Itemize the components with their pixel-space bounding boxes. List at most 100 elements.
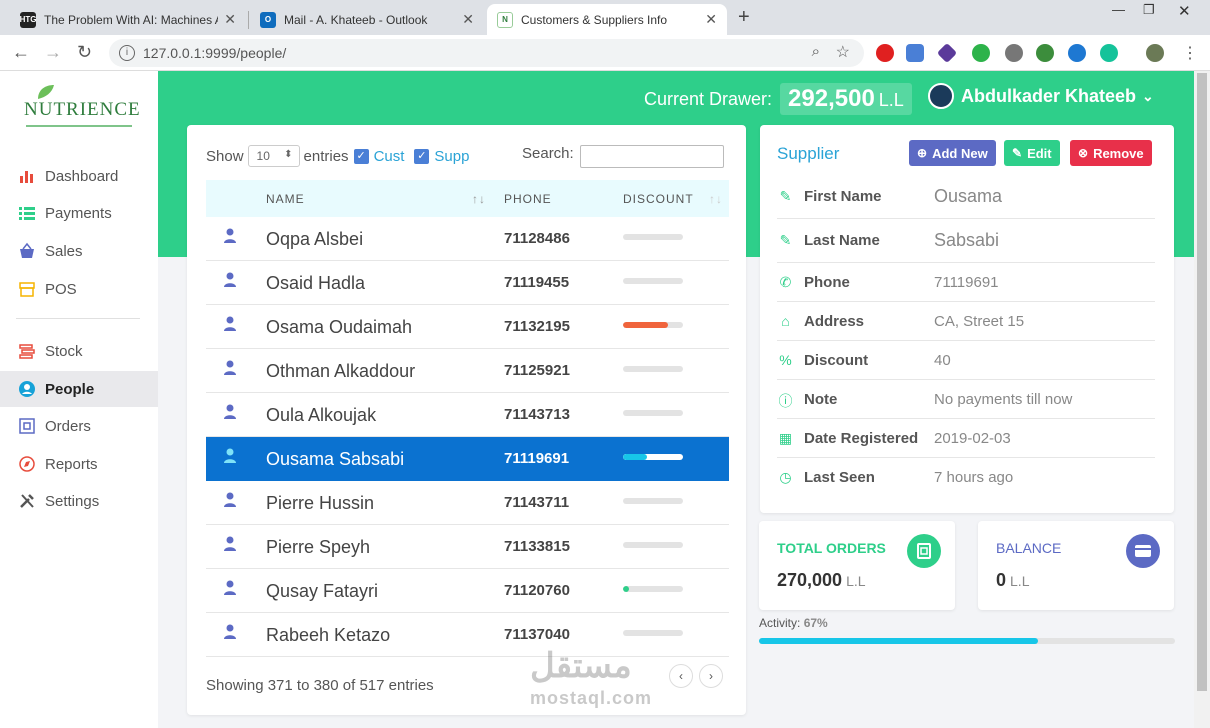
site-info-icon[interactable]: i xyxy=(119,45,135,61)
current-drawer: Current Drawer: 292,500 L.L xyxy=(644,83,912,115)
store-icon xyxy=(18,280,36,298)
add-new-button[interactable]: ⊕ Add New xyxy=(909,140,996,166)
sidebar-item-pos[interactable]: POS xyxy=(0,271,158,307)
sort-icon[interactable]: ↑↓ xyxy=(709,192,723,206)
plus-circle-icon: ⊕ xyxy=(917,146,928,160)
browser-tab-active[interactable]: N Customers & Suppliers Info ✕ xyxy=(487,4,727,35)
select-arrows-icon: ⬍ xyxy=(284,149,293,160)
row-name: Pierre Speyh xyxy=(266,537,371,557)
discount-bar xyxy=(623,410,683,416)
tab-title: The Problem With AI: Machines A xyxy=(44,12,219,27)
new-tab-icon[interactable]: + xyxy=(738,6,750,29)
supp-label[interactable]: Supp xyxy=(434,148,469,165)
extension-translate-icon[interactable] xyxy=(906,44,924,62)
sidebar-item-label: POS xyxy=(45,280,77,298)
page-scrollbar[interactable] xyxy=(1194,71,1210,728)
sort-icon[interactable]: ↑↓ xyxy=(472,192,486,206)
extension-gem-icon[interactable] xyxy=(936,42,958,64)
balance-card: BALANCE 0 L.L xyxy=(978,521,1174,610)
stack-icon xyxy=(18,342,36,360)
cust-checkbox[interactable]: ✓ xyxy=(353,148,369,164)
discount-bar xyxy=(623,542,683,548)
chevron-down-icon: ⌄ xyxy=(1142,87,1154,104)
table-row[interactable]: Pierre Speyh 71133815 xyxy=(206,525,729,569)
percent-icon: % xyxy=(779,352,792,368)
person-icon xyxy=(223,492,237,508)
row-name: Qusay Fatayri xyxy=(266,581,379,601)
sidebar-item-reports[interactable]: Reports xyxy=(0,446,158,482)
sidebar-item-label: Sales xyxy=(45,242,83,260)
extension-globe-icon[interactable] xyxy=(1036,44,1054,62)
table-row[interactable]: Ousama Sabsabi 71119691 xyxy=(206,437,729,481)
extension-vpn-icon[interactable] xyxy=(1068,44,1086,62)
field-label: Note xyxy=(804,391,838,408)
forward-icon[interactable]: → xyxy=(44,42,62,63)
user-name: Abdulkader Khateeb xyxy=(961,85,1137,106)
url-text: 127.0.0.1:9999/people/ xyxy=(143,45,287,61)
tools-icon xyxy=(18,492,36,510)
sidebar-item-people[interactable]: People xyxy=(0,371,158,407)
bookmark-star-icon[interactable]: ☆ xyxy=(836,42,850,62)
menu-dots-icon[interactable]: ⋮ xyxy=(1182,43,1198,63)
extension-adblock-icon[interactable] xyxy=(876,44,894,62)
row-name: Pierre Hussin xyxy=(266,493,375,513)
clock-icon: ◷ xyxy=(779,469,792,485)
user-menu[interactable]: Abdulkader Khateeb ⌄ xyxy=(928,83,1154,109)
extension-tool-icon[interactable] xyxy=(1005,44,1023,62)
sidebar-item-dashboard[interactable]: Dashboard xyxy=(0,158,158,194)
table-row[interactable]: Osama Oudaimah 71132195 xyxy=(206,305,729,349)
sidebar-item-orders[interactable]: Orders xyxy=(0,408,158,444)
person-circle-icon xyxy=(18,380,36,398)
table-row[interactable]: Pierre Hussin 71143711 xyxy=(206,481,729,525)
field-label: Address xyxy=(804,313,865,330)
zoom-icon[interactable]: ⌕ xyxy=(812,43,820,60)
close-tab-icon[interactable]: ✕ xyxy=(224,11,236,28)
column-phone[interactable]: PHONE xyxy=(504,192,552,206)
table-row[interactable]: Qusay Fatayri 71120760 xyxy=(206,569,729,613)
remove-button[interactable]: ⊗ Remove xyxy=(1070,140,1152,166)
extension-evernote-icon[interactable] xyxy=(972,44,990,62)
person-icon xyxy=(223,624,237,640)
row-phone: 71119455 xyxy=(504,274,570,291)
column-discount[interactable]: DISCOUNT xyxy=(623,192,694,206)
table-row[interactable]: Oula Alkoujak 71143713 xyxy=(206,393,729,437)
field-last-name: ✎ Last Name Sabsabi xyxy=(777,221,1155,263)
extension-grammarly-icon[interactable] xyxy=(1100,44,1118,62)
next-page-button[interactable]: › xyxy=(699,664,723,688)
close-window-icon[interactable]: ✕ xyxy=(1178,2,1191,20)
tab-title: Customers & Suppliers Info xyxy=(521,12,668,27)
reload-icon[interactable]: ↻ xyxy=(77,42,92,63)
sidebar-item-stock[interactable]: Stock xyxy=(0,333,158,369)
restore-icon[interactable]: ❐ xyxy=(1143,2,1155,18)
sidebar-item-sales[interactable]: Sales xyxy=(0,233,158,269)
search-input[interactable] xyxy=(580,145,724,168)
column-name[interactable]: NAME xyxy=(266,192,305,206)
browser-tab-2[interactable]: O Mail - A. Khateeb - Outlook ✕ xyxy=(250,4,484,35)
orders-icon xyxy=(907,534,941,568)
cust-label[interactable]: Cust xyxy=(374,148,405,165)
mostaql-watermark: مستقل mostaql.com xyxy=(530,647,653,708)
supp-checkbox[interactable]: ✓ xyxy=(414,148,430,164)
sidebar-item-settings[interactable]: Settings xyxy=(0,483,158,519)
edit-button[interactable]: ✎ Edit xyxy=(1004,140,1060,166)
back-icon[interactable]: ← xyxy=(12,42,30,63)
table-controls: Show 10 ⬍ entries ✓ Cust ✓ Supp xyxy=(206,145,469,167)
table-row[interactable]: Osaid Hadla 71119455 xyxy=(206,261,729,305)
entries-label: entries xyxy=(303,147,349,165)
table-row[interactable]: Oqpa Alsbei 71128486 xyxy=(206,217,729,261)
field-value: Ousama xyxy=(934,186,1003,206)
page-size-select[interactable]: 10 ⬍ xyxy=(247,145,300,167)
close-tab-icon[interactable]: ✕ xyxy=(705,11,717,28)
field-date-registered: ▦ Date Registered 2019-02-03 xyxy=(777,419,1155,458)
browser-tab-1[interactable]: HTG The Problem With AI: Machines A ✕ xyxy=(10,4,246,35)
person-icon xyxy=(223,272,237,288)
minimize-icon[interactable]: — xyxy=(1112,2,1125,17)
address-bar[interactable]: i 127.0.0.1:9999/people/ ⌕ ☆ xyxy=(109,39,864,67)
profile-avatar[interactable] xyxy=(1146,44,1164,62)
table-row[interactable]: Othman Alkaddour 71125921 xyxy=(206,349,729,393)
close-tab-icon[interactable]: ✕ xyxy=(462,11,474,28)
sidebar-item-payments[interactable]: Payments xyxy=(0,195,158,231)
nutrience-logo: NUTRIENCE xyxy=(24,85,140,131)
total-orders-label: TOTAL ORDERS xyxy=(777,540,886,556)
bar-chart-icon xyxy=(18,167,36,185)
